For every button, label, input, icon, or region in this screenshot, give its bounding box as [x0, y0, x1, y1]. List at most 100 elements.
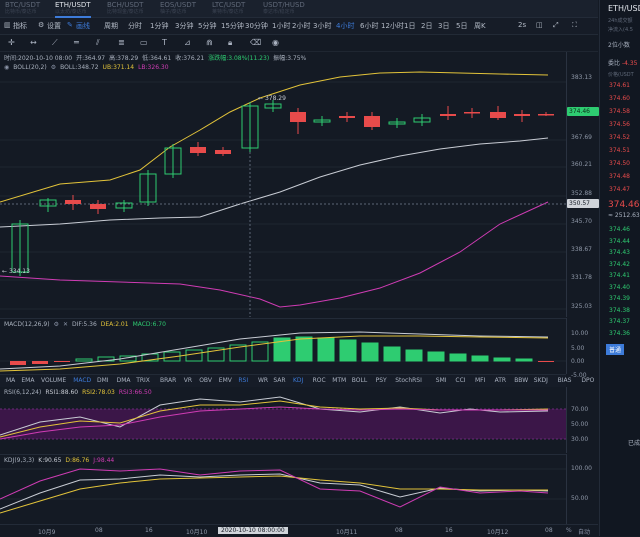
price-chart[interactable]: ← 378.29 ← 334.13	[0, 52, 566, 317]
interval-14[interactable]: 3日	[438, 21, 449, 31]
interval-1[interactable]: 1分钟	[150, 21, 168, 31]
indicator-tab-mtm[interactable]: MTM	[332, 377, 346, 384]
interval-15[interactable]: 5日	[456, 21, 467, 31]
interval-0[interactable]: 分时	[128, 21, 142, 31]
eye-icon[interactable]: ◉	[272, 38, 279, 47]
bid-price[interactable]: 374.42	[609, 261, 630, 268]
indicator-tab-ma[interactable]: MA	[6, 377, 15, 384]
bid-price[interactable]: 374.46	[609, 226, 630, 233]
bid-price[interactable]: 374.36	[609, 330, 630, 337]
indicator-tab-smi[interactable]: SMI	[436, 377, 447, 384]
rect-tool-icon[interactable]: ▭	[140, 38, 148, 47]
indicator-tab-trix[interactable]: TRIX	[136, 377, 150, 384]
expand-icon[interactable]: ⤢	[553, 21, 559, 30]
ask-price[interactable]: 374.50	[609, 160, 630, 167]
interval-7[interactable]: 2小时	[292, 21, 310, 31]
interval-4[interactable]: 15分钟	[221, 21, 244, 31]
indicator-tab-psy[interactable]: PSY	[376, 377, 387, 384]
indicator-tab-emv[interactable]: EMV	[219, 377, 232, 384]
indicator-tab-wr[interactable]: WR	[258, 377, 268, 384]
indicator-icon[interactable]: ▥	[4, 21, 11, 29]
tab-eth[interactable]: ETH/USDT 以太坊/泰达币	[55, 1, 91, 18]
bid-price[interactable]: 374.43	[609, 249, 630, 256]
hline-tool-icon[interactable]: ═	[74, 38, 79, 47]
interval-8[interactable]: 3小时	[313, 21, 331, 31]
kdj-chart[interactable]	[0, 455, 566, 525]
gear-icon[interactable]: ⚙	[38, 21, 44, 29]
indicator-tab-mfi[interactable]: MFI	[475, 377, 485, 384]
trash-icon[interactable]: ⌫	[250, 38, 261, 47]
ask-price[interactable]: 374.52	[609, 134, 630, 141]
channel-tool-icon[interactable]: ⫽	[96, 38, 100, 48]
interval-6[interactable]: 1小时	[272, 21, 290, 31]
bid-price[interactable]: 374.44	[609, 238, 630, 245]
indicator-tab-atr[interactable]: ATR	[495, 377, 506, 384]
tab-usdt-husd[interactable]: USDT/HUSD 泰达币/稳定币	[263, 1, 305, 16]
tab-btc[interactable]: BTC/USDT 比特币/泰达币	[5, 1, 40, 16]
fib-tool-icon[interactable]: ≣	[118, 38, 125, 47]
ask-price[interactable]: 374.51	[609, 147, 630, 154]
tab-bch[interactable]: BCH/USDT 比特现金/泰达币	[107, 1, 144, 16]
indicator-tab-dmi[interactable]: DMI	[97, 377, 109, 384]
refresh-rate[interactable]: 2s	[518, 21, 526, 29]
ask-price[interactable]: 374.61	[609, 82, 630, 89]
pencil-icon[interactable]: ✎	[67, 21, 73, 29]
normal-tab[interactable]: 普通	[606, 344, 625, 355]
indicator-tab-macd[interactable]: MACD	[73, 377, 91, 384]
interval-3[interactable]: 5分钟	[198, 21, 216, 31]
text-tool-icon[interactable]: T	[162, 38, 167, 47]
tab-eos[interactable]: EOS/USDT 柚子/泰达币	[160, 1, 196, 16]
indicator-tab-ema[interactable]: EMA	[21, 377, 34, 384]
bid-price[interactable]: 374.40	[609, 284, 630, 291]
indicator-tab-volume[interactable]: VOLUME	[41, 377, 66, 384]
bid-price[interactable]: 374.38	[609, 307, 630, 314]
screenshot-icon[interactable]: ◫	[536, 21, 543, 29]
indicator-tab-boll[interactable]: BOLL	[352, 377, 367, 384]
drawing-button[interactable]: 画线	[76, 21, 90, 31]
macd-chart[interactable]	[0, 319, 566, 375]
interval-9[interactable]: 4小时	[336, 21, 354, 31]
interval-12[interactable]: 1日	[404, 21, 415, 31]
measure-tool-icon[interactable]: ⊿	[184, 38, 191, 47]
crosshair-icon[interactable]: ✛	[8, 38, 15, 47]
indicator-tab-sar[interactable]: SAR	[273, 377, 285, 384]
settings-button[interactable]: 设置	[47, 21, 61, 31]
indicator-tab-skdj[interactable]: SKDJ	[534, 377, 548, 384]
indicator-tab-stochrsi[interactable]: StochRSI	[395, 377, 422, 384]
indicator-tab-roc[interactable]: ROC	[313, 377, 326, 384]
indicator-tab-brar[interactable]: BRAR	[160, 377, 176, 384]
tab-ltc[interactable]: LTC/USDT 莱特币/泰达币	[212, 1, 245, 16]
interval-16[interactable]: 周K	[474, 21, 486, 31]
indicator-tab-dpo[interactable]: DPO	[581, 377, 594, 384]
indicator-tab-cci[interactable]: CCI	[455, 377, 465, 384]
bid-price[interactable]: 374.39	[609, 295, 630, 302]
bid-price[interactable]: 374.41	[609, 272, 630, 279]
precision-select[interactable]: 2位小数	[608, 40, 630, 49]
ask-price[interactable]: 374.56	[609, 121, 630, 128]
interval-2[interactable]: 3分钟	[175, 21, 193, 31]
fullscreen-icon[interactable]: ⛶	[572, 21, 577, 30]
indicator-tab-dma[interactable]: DMA	[117, 377, 131, 384]
interval-11[interactable]: 12小时	[381, 21, 404, 31]
line-tool-icon[interactable]: ↔	[30, 38, 37, 47]
indicator-tab-vr[interactable]: VR	[184, 377, 192, 384]
indicator-tab-bbw[interactable]: BBW	[514, 377, 528, 384]
indicator-tab-kdj[interactable]: KDJ	[293, 377, 303, 384]
indicator-tab-obv[interactable]: OBV	[199, 377, 212, 384]
interval-5[interactable]: 30分钟	[245, 21, 268, 31]
ask-price[interactable]: 374.58	[609, 108, 630, 115]
indicator-tab-bias[interactable]: BIAS	[558, 377, 572, 384]
rsi-chart[interactable]	[0, 387, 566, 453]
ray-tool-icon[interactable]: ⟋	[52, 38, 58, 48]
lock-icon[interactable]: 🔒︎	[228, 38, 232, 48]
ask-price[interactable]: 374.48	[609, 173, 630, 180]
interval-13[interactable]: 2日	[421, 21, 432, 31]
ask-price[interactable]: 374.47	[609, 186, 630, 193]
magnet-icon[interactable]: ⋒	[206, 38, 213, 47]
bid-price[interactable]: 374.37	[609, 318, 630, 325]
indicators-button[interactable]: 指标	[13, 21, 27, 31]
auto-scale-toggle[interactable]: 自动	[578, 527, 590, 536]
interval-10[interactable]: 6小时	[360, 21, 378, 31]
percent-toggle[interactable]: %	[566, 527, 572, 534]
ask-price[interactable]: 374.60	[609, 95, 630, 102]
